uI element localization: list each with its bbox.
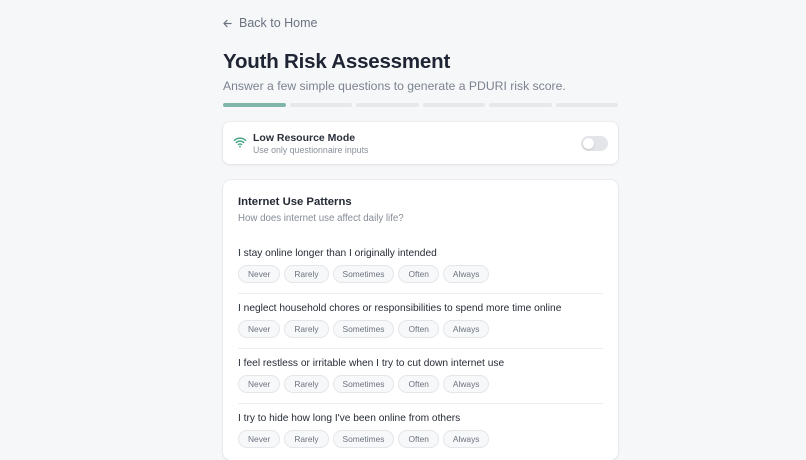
question-text: I stay online longer than I originally i… (238, 248, 437, 259)
option-always[interactable]: Always (442, 265, 490, 283)
progress-step-1 (223, 103, 286, 107)
option-often[interactable]: Often (398, 265, 439, 283)
option-always[interactable]: Always (442, 320, 490, 338)
arrow-left-icon (223, 19, 232, 27)
option-often[interactable]: Often (398, 430, 439, 448)
answer-options: Never Rarely Sometimes Often Always (238, 320, 603, 338)
progress-step-5 (489, 103, 552, 107)
option-often[interactable]: Often (398, 375, 439, 393)
low-resource-mode-title: Low Resource Mode (253, 132, 356, 144)
question-text: I try to hide how long I've been online … (238, 413, 461, 424)
question-item: I feel restless or irritable when I try … (238, 358, 603, 393)
low-resource-mode-description: Use only questionnaire inputs (253, 145, 369, 155)
low-resource-mode-toggle[interactable] (581, 136, 608, 151)
option-often[interactable]: Often (398, 320, 439, 338)
question-item: I stay online longer than I originally i… (238, 248, 603, 283)
low-resource-mode-card: Low Resource Mode Use only questionnaire… (223, 122, 618, 164)
option-rarely[interactable]: Rarely (284, 375, 329, 393)
section-title: Internet Use Patterns (238, 196, 352, 208)
option-never[interactable]: Never (238, 265, 281, 283)
option-never[interactable]: Never (238, 320, 281, 338)
question-divider (238, 348, 603, 349)
answer-options: Never Rarely Sometimes Often Always (238, 430, 603, 448)
option-never[interactable]: Never (238, 375, 281, 393)
step-progress-bar (223, 103, 618, 107)
section-description: How does internet use affect daily life? (238, 213, 404, 224)
option-always[interactable]: Always (442, 430, 490, 448)
questionnaire-card: Internet Use Patterns How does internet … (223, 180, 618, 460)
answer-options: Never Rarely Sometimes Often Always (238, 375, 603, 393)
option-sometimes[interactable]: Sometimes (332, 320, 395, 338)
option-sometimes[interactable]: Sometimes (332, 375, 395, 393)
toggle-knob (583, 138, 594, 149)
option-rarely[interactable]: Rarely (284, 430, 329, 448)
page-title: Youth Risk Assessment (223, 50, 451, 73)
option-always[interactable]: Always (442, 375, 490, 393)
option-rarely[interactable]: Rarely (284, 265, 329, 283)
progress-step-6 (555, 103, 618, 107)
page-subtitle: Answer a few simple questions to generat… (223, 79, 566, 93)
question-divider (238, 293, 603, 294)
progress-step-3 (356, 103, 419, 107)
option-sometimes[interactable]: Sometimes (332, 265, 395, 283)
question-item: I neglect household chores or responsibi… (238, 303, 603, 338)
option-never[interactable]: Never (238, 430, 281, 448)
progress-step-2 (289, 103, 352, 107)
question-text: I neglect household chores or responsibi… (238, 303, 562, 314)
wifi-icon (233, 137, 247, 148)
question-divider (238, 403, 603, 404)
progress-step-4 (422, 103, 485, 107)
answer-options: Never Rarely Sometimes Often Always (238, 265, 603, 283)
question-text: I feel restless or irritable when I try … (238, 358, 505, 369)
option-rarely[interactable]: Rarely (284, 320, 329, 338)
back-to-home-link[interactable]: Back to Home (223, 16, 318, 30)
option-sometimes[interactable]: Sometimes (332, 430, 395, 448)
back-link-label: Back to Home (239, 16, 318, 30)
